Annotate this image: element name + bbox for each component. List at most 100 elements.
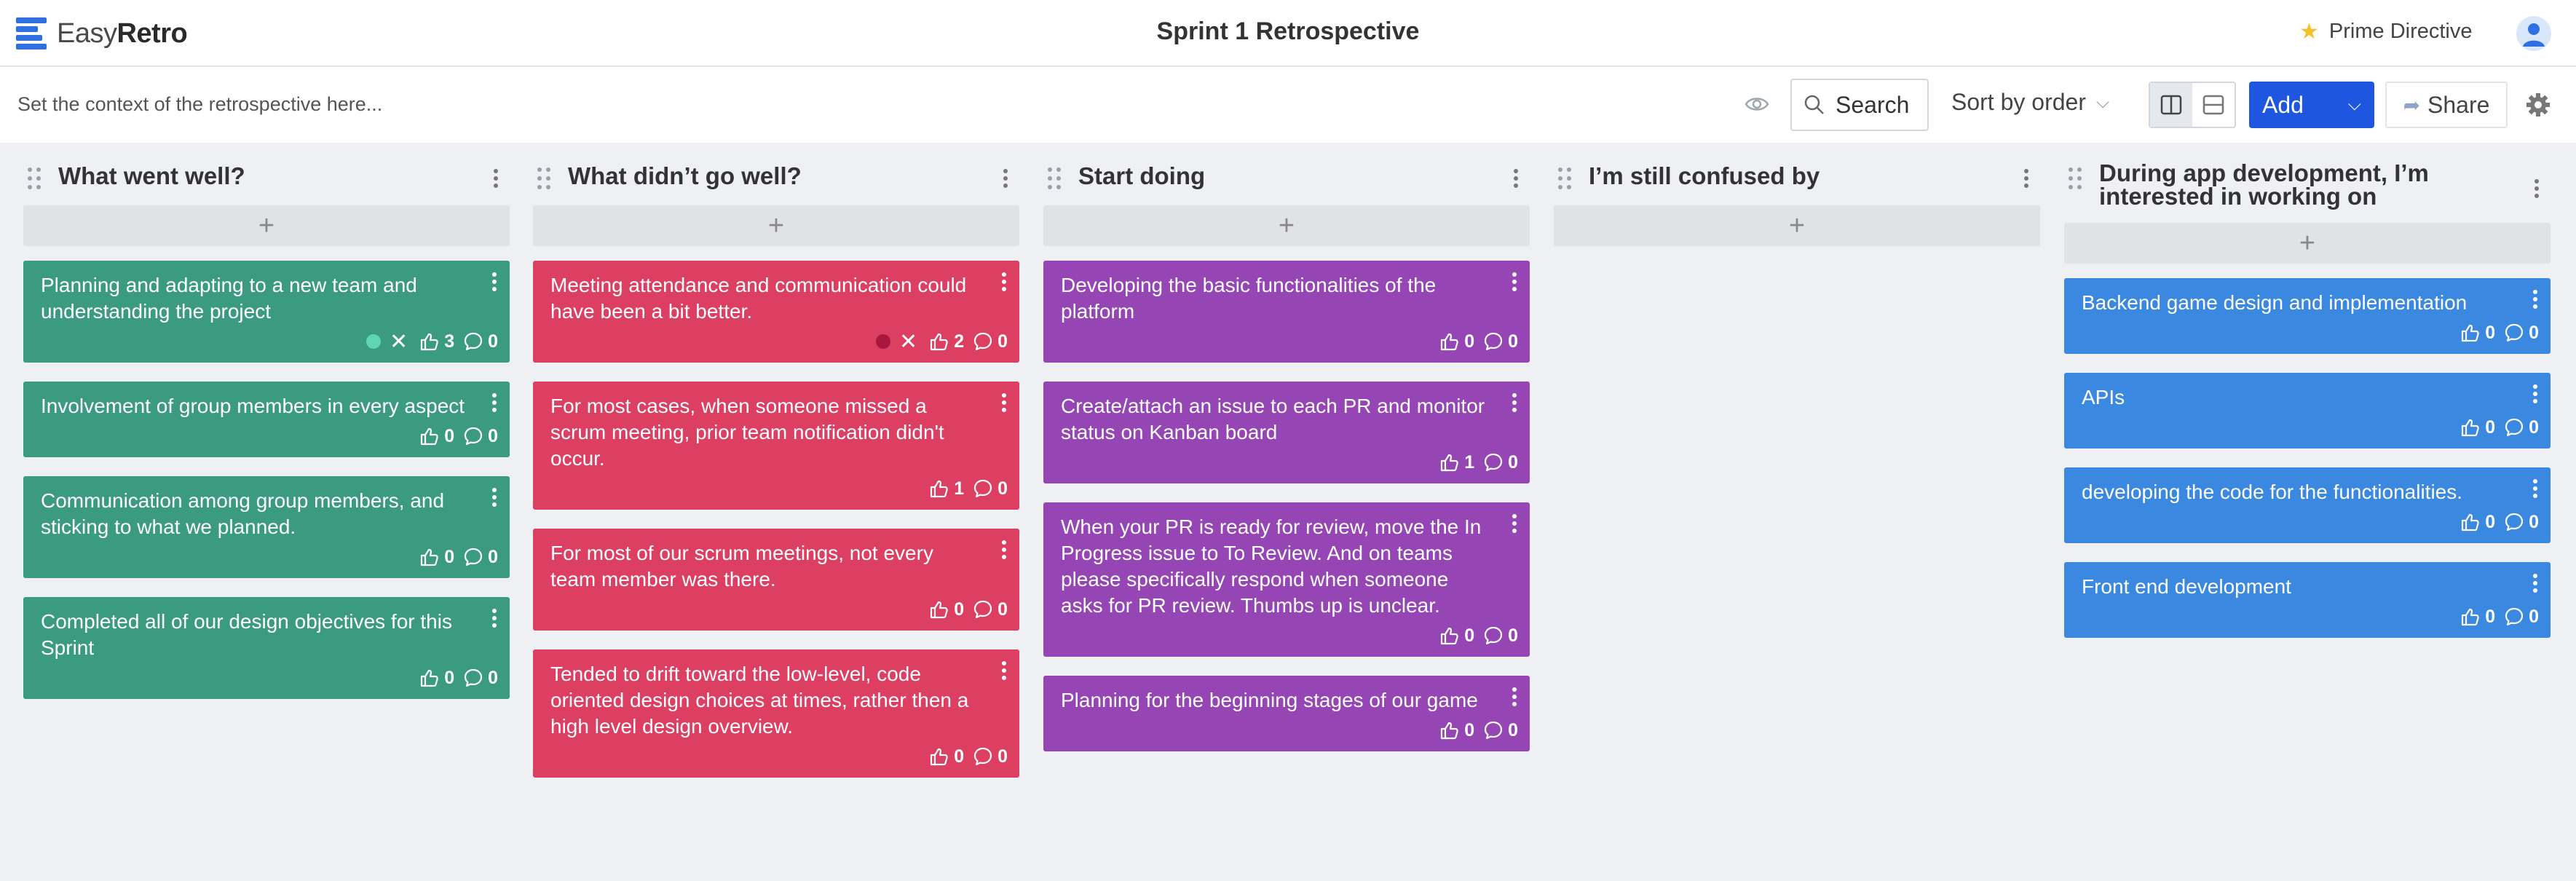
retro-card[interactable]: Completed all of our design objectives f…	[23, 597, 510, 699]
comment-icon[interactable]	[1483, 331, 1504, 352]
thumbs-up-icon[interactable]	[1439, 720, 1460, 740]
drag-handle-icon[interactable]	[536, 167, 552, 189]
retro-card[interactable]: Communication among group members, and s…	[23, 476, 510, 578]
column-menu-icon[interactable]	[1002, 169, 1009, 191]
drag-handle-icon[interactable]	[1046, 167, 1062, 189]
comment-icon[interactable]	[973, 331, 993, 352]
row-view-button[interactable]	[2192, 83, 2235, 127]
thumbs-up-icon[interactable]	[929, 331, 949, 352]
add-card-button[interactable]: +	[2064, 223, 2551, 264]
thumbs-up-icon[interactable]	[2460, 512, 2481, 532]
retro-card[interactable]: Involvement of group members in every as…	[23, 382, 510, 457]
comment-icon[interactable]	[973, 599, 993, 620]
thumbs-up-icon[interactable]	[1439, 625, 1460, 646]
thumbs-up-icon[interactable]	[929, 746, 949, 767]
thumbs-up-icon[interactable]	[2460, 323, 2481, 343]
thumbs-up-icon[interactable]	[419, 331, 440, 352]
retro-card[interactable]: Meeting attendance and communication cou…	[533, 261, 1019, 363]
app-logo[interactable]: EasyRetro	[16, 17, 188, 50]
retro-card[interactable]: When your PR is ready for review, move t…	[1043, 502, 1530, 657]
card-menu-icon[interactable]	[2532, 384, 2539, 406]
close-icon[interactable]: ✕	[390, 329, 408, 355]
thumbs-up-icon[interactable]	[2460, 607, 2481, 627]
column-title[interactable]: Start doing	[1078, 164, 1486, 188]
comment-icon[interactable]	[973, 478, 993, 499]
column-title[interactable]: During app development, I’m interested i…	[2099, 161, 2507, 208]
thumbs-up-icon[interactable]	[1439, 331, 1460, 352]
drag-handle-icon[interactable]	[1557, 167, 1573, 189]
search-button[interactable]: Search	[1790, 79, 1929, 131]
board-title[interactable]: Sprint 1 Retrospective	[924, 17, 1652, 46]
add-card-button[interactable]: +	[533, 205, 1019, 246]
thumbs-up-icon[interactable]	[929, 599, 949, 620]
column-title[interactable]: I’m still confused by	[1589, 164, 1996, 188]
comment-icon[interactable]	[1483, 452, 1504, 473]
thumbs-up-icon[interactable]	[2460, 417, 2481, 438]
comment-icon[interactable]	[2504, 607, 2524, 627]
comment-icon[interactable]	[1483, 625, 1504, 646]
retro-card[interactable]: Create/attach an issue to each PR and mo…	[1043, 382, 1530, 483]
close-icon[interactable]: ✕	[899, 329, 917, 355]
retro-card[interactable]: Front end development 0 0	[2064, 562, 2551, 638]
drag-handle-icon[interactable]	[26, 167, 42, 189]
comment-icon[interactable]	[2504, 417, 2524, 438]
retro-card[interactable]: Backend game design and implementation 0 0	[2064, 278, 2551, 354]
column-menu-icon[interactable]	[492, 169, 499, 191]
card-menu-icon[interactable]	[1511, 514, 1518, 536]
comment-icon[interactable]	[463, 426, 483, 446]
card-menu-icon[interactable]	[1000, 393, 1008, 415]
card-menu-icon[interactable]	[1000, 661, 1008, 683]
thumbs-up-icon[interactable]	[419, 426, 440, 446]
card-menu-icon[interactable]	[2532, 290, 2539, 312]
column-menu-icon[interactable]	[1512, 169, 1520, 191]
card-menu-icon[interactable]	[1000, 540, 1008, 562]
drag-handle-icon[interactable]	[2067, 167, 2083, 189]
gear-icon[interactable]	[2525, 92, 2551, 118]
add-card-button[interactable]: +	[23, 205, 510, 246]
card-menu-icon[interactable]	[491, 609, 498, 631]
card-menu-icon[interactable]	[1511, 687, 1518, 709]
card-menu-icon[interactable]	[2532, 479, 2539, 501]
card-menu-icon[interactable]	[1511, 272, 1518, 294]
comment-icon[interactable]	[973, 746, 993, 767]
retro-card[interactable]: APIs 0 0	[2064, 373, 2551, 449]
column-menu-icon[interactable]	[2533, 179, 2540, 201]
chevron-down-icon[interactable]: ⌵	[2348, 95, 2361, 115]
retro-card[interactable]: Tended to drift toward the low-level, co…	[533, 649, 1019, 778]
thumbs-up-icon[interactable]	[929, 478, 949, 499]
context-field[interactable]: Set the context of the retrospective her…	[17, 93, 382, 116]
column-title[interactable]: What didn’t go well?	[568, 164, 976, 188]
thumbs-up-icon[interactable]	[419, 547, 440, 567]
column-menu-icon[interactable]	[2023, 169, 2030, 191]
eye-icon[interactable]	[1745, 93, 1769, 115]
column-title[interactable]: What went well?	[58, 164, 466, 188]
retro-card[interactable]: Planning and adapting to a new team and …	[23, 261, 510, 363]
add-card-button[interactable]: +	[1554, 205, 2040, 246]
card-menu-icon[interactable]	[491, 393, 498, 415]
card-menu-icon[interactable]	[491, 488, 498, 510]
card-menu-icon[interactable]	[2532, 574, 2539, 596]
thumbs-up-icon[interactable]	[419, 668, 440, 688]
card-menu-icon[interactable]	[1000, 272, 1008, 294]
card-menu-icon[interactable]	[491, 272, 498, 294]
retro-card[interactable]: Developing the basic functionalities of …	[1043, 261, 1530, 363]
sort-dropdown[interactable]: Sort by order ⌵	[1951, 89, 2109, 116]
thumbs-up-icon[interactable]	[1439, 452, 1460, 473]
column-view-button[interactable]	[2150, 83, 2192, 127]
add-card-button[interactable]: +	[1043, 205, 1530, 246]
share-button[interactable]: ➦ Share	[2385, 82, 2508, 128]
prime-directive-link[interactable]: ★ Prime Directive	[2299, 19, 2473, 44]
comment-icon[interactable]	[2504, 323, 2524, 343]
comment-icon[interactable]	[463, 331, 483, 352]
comment-icon[interactable]	[463, 547, 483, 567]
add-button[interactable]: Add ⌵	[2249, 82, 2374, 128]
comment-icon[interactable]	[1483, 720, 1504, 740]
retro-card[interactable]: For most cases, when someone missed a sc…	[533, 382, 1019, 510]
comment-icon[interactable]	[2504, 512, 2524, 532]
comment-icon[interactable]	[463, 668, 483, 688]
retro-card[interactable]: For most of our scrum meetings, not ever…	[533, 529, 1019, 631]
card-menu-icon[interactable]	[1511, 393, 1518, 415]
user-avatar[interactable]	[2516, 16, 2551, 51]
retro-card[interactable]: developing the code for the functionalit…	[2064, 467, 2551, 543]
retro-card[interactable]: Planning for the beginning stages of our…	[1043, 676, 1530, 751]
